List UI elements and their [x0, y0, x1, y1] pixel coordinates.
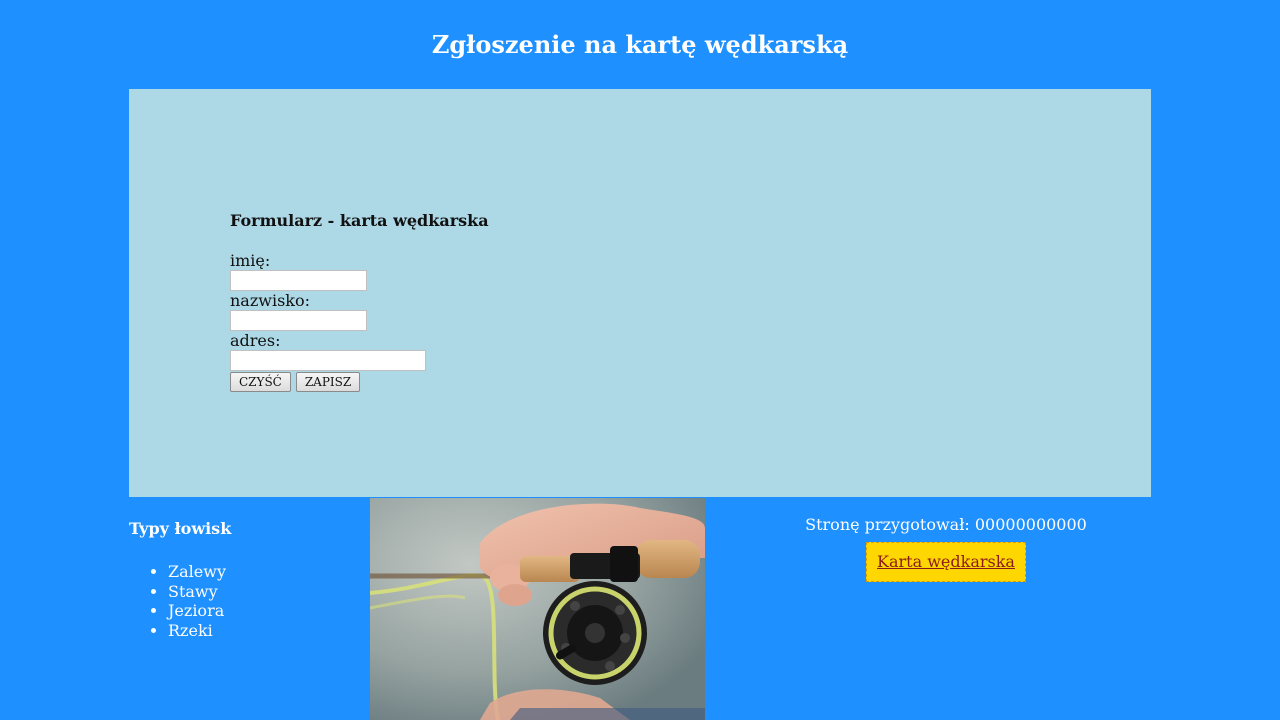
clear-button[interactable]: CZYŚĆ	[230, 372, 291, 392]
fishing-types-heading: Typy łowisk	[129, 519, 232, 538]
main-panel: Formularz - karta wędkarska imię: nazwis…	[129, 89, 1151, 497]
fishing-reel-photo	[370, 498, 705, 720]
first-name-label: imię:	[230, 251, 271, 270]
first-name-input[interactable]	[230, 270, 367, 291]
page-header: Zgłoszenie na kartę wędkarską	[0, 0, 1280, 89]
fishing-types-list: Zalewy Stawy Jeziora Rzeki	[129, 562, 231, 640]
card-link-box: Karta wędkarska	[866, 542, 1026, 582]
last-name-input[interactable]	[230, 310, 367, 331]
address-label: adres:	[230, 331, 281, 350]
last-name-label: nazwisko:	[230, 291, 311, 310]
fishing-reel-illustration	[370, 498, 705, 720]
footer-section: Stronę przygotował: 00000000000 Karta wę…	[705, 514, 1187, 582]
page-title: Zgłoszenie na kartę wędkarską	[431, 30, 849, 59]
address-input[interactable]	[230, 350, 426, 371]
page: Zgłoszenie na kartę wędkarską Formularz …	[0, 0, 1280, 720]
list-item: Zalewy	[168, 562, 231, 582]
save-button[interactable]: ZAPISZ	[295, 372, 361, 392]
list-item: Rzeki	[168, 621, 231, 641]
author-text: Stronę przygotował: 00000000000	[805, 515, 1087, 534]
fishing-types-section: Typy łowisk Zalewy Stawy Jeziora Rzeki	[129, 517, 231, 640]
fishing-card-form: Formularz - karta wędkarska imię: nazwis…	[230, 211, 489, 392]
fishing-card-link[interactable]: Karta wędkarska	[877, 552, 1015, 571]
form-buttons: CZYŚĆ ZAPISZ	[230, 372, 489, 392]
list-item: Stawy	[168, 582, 231, 602]
list-item: Jeziora	[168, 601, 231, 621]
form-heading: Formularz - karta wędkarska	[230, 211, 489, 230]
